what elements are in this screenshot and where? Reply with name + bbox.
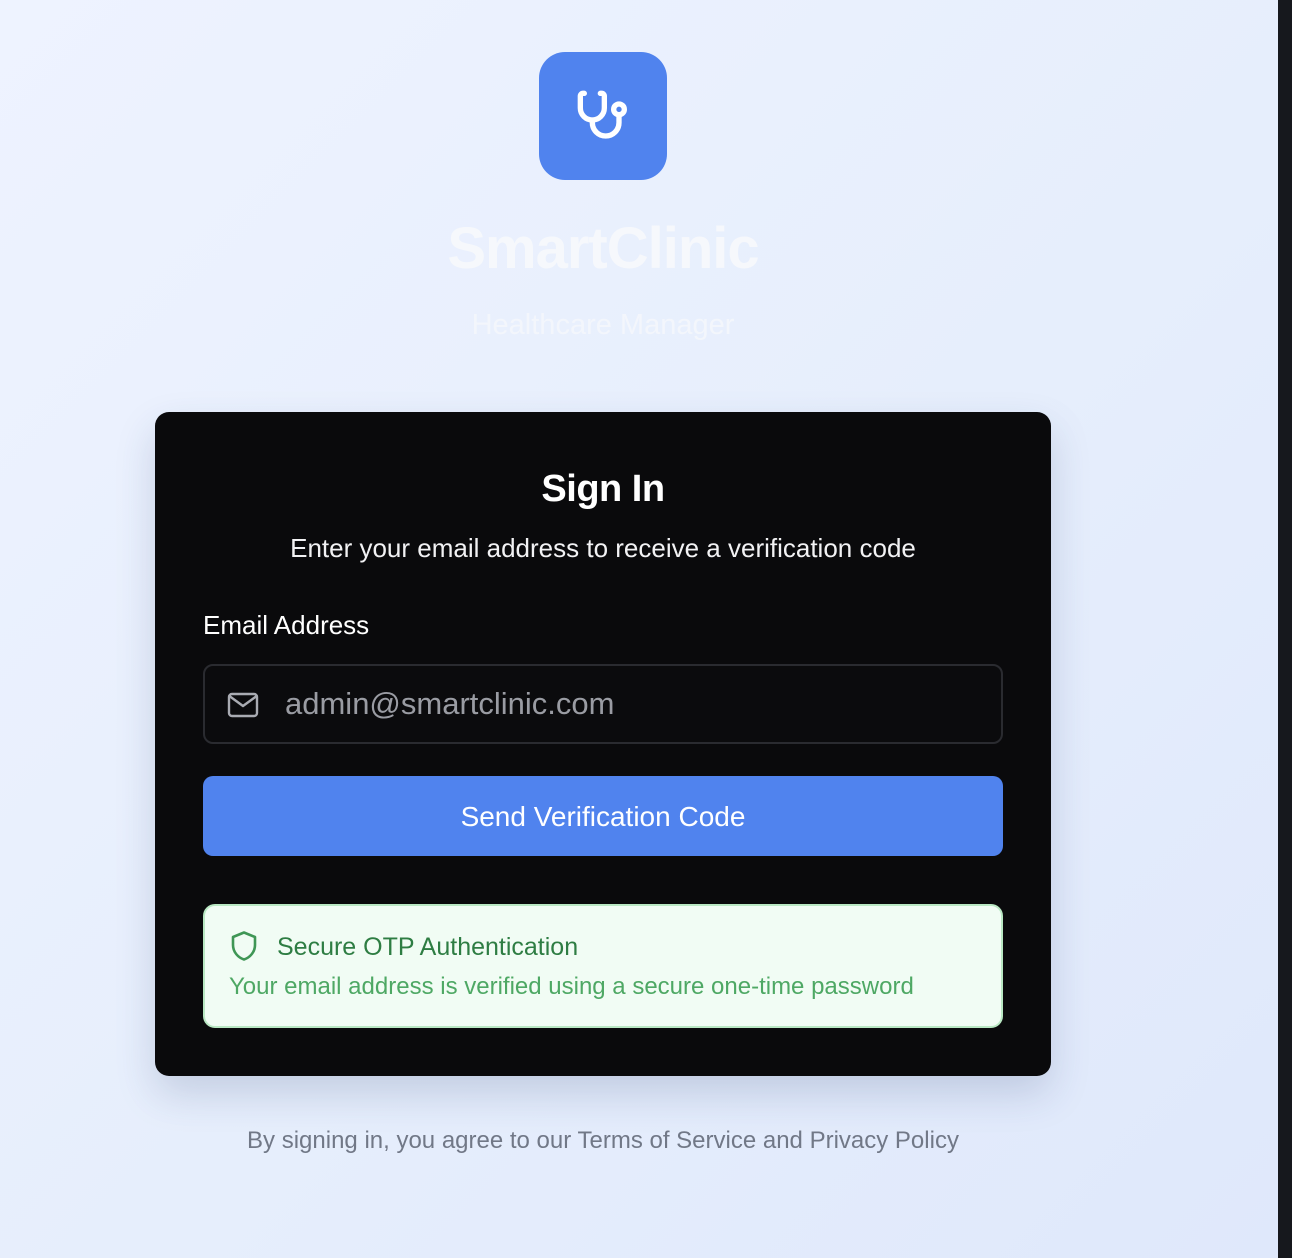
send-verification-code-button[interactable]: Send Verification Code (203, 776, 1003, 856)
otp-notice-description: Your email address is verified using a s… (229, 973, 914, 1000)
secure-otp-notice (203, 904, 1003, 1028)
terms-notice: By signing in, you agree to our Terms of… (247, 1127, 959, 1154)
sign-in-card: Sign In Enter your email address to rece… (155, 412, 1051, 1076)
sign-in-title: Sign In (541, 468, 665, 510)
mail-icon (227, 692, 259, 718)
brand-name: SmartClinic (447, 216, 759, 281)
app-logo (539, 52, 667, 180)
stethoscope-icon (577, 90, 627, 139)
shield-icon (231, 931, 257, 961)
brand-tagline: Healthcare Manager (471, 309, 735, 341)
otp-notice-title: Secure OTP Authentication (277, 933, 579, 961)
email-label: Email Address (203, 610, 370, 640)
email-input[interactable] (285, 680, 965, 728)
login-page: SmartClinic Healthcare Manager Sign In E… (0, 0, 1278, 1258)
sign-in-subtitle: Enter your email address to receive a ve… (290, 533, 916, 563)
window-edge (1278, 0, 1292, 1258)
